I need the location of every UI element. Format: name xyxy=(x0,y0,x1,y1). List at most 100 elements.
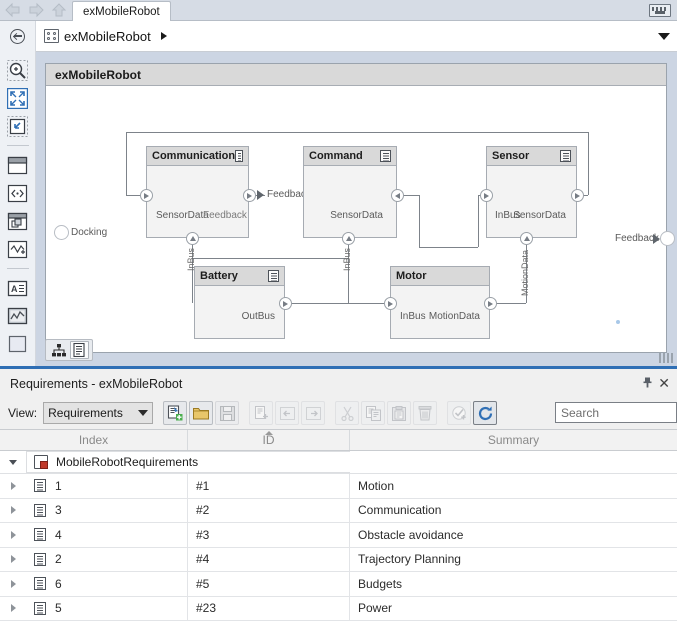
keyboard-icon[interactable] xyxy=(649,4,671,17)
search-input[interactable]: Search xyxy=(555,402,677,423)
clipboard-paste-icon xyxy=(392,406,406,421)
column-header-id[interactable]: ID xyxy=(188,430,350,450)
column-header-index[interactable]: Index xyxy=(0,430,188,450)
requirement-link-icon[interactable] xyxy=(235,150,243,162)
requirement-link-icon[interactable] xyxy=(268,270,279,282)
up-arrow-icon[interactable] xyxy=(50,2,68,18)
block-battery[interactable]: Battery OutBus xyxy=(194,266,285,339)
reference-component-tool[interactable] xyxy=(5,209,31,233)
port-arrow-icon xyxy=(190,236,196,241)
cell-summary: Obstacle avoidance xyxy=(350,523,677,547)
fit-to-view-tool[interactable] xyxy=(5,86,31,110)
requirement-set-row[interactable]: MobileRobotRequirements xyxy=(0,451,677,474)
validate-button[interactable] xyxy=(447,401,471,425)
canvas-tool-palette: A xyxy=(0,52,36,366)
view-select[interactable]: Requirements xyxy=(43,402,153,424)
port-command-sensordata[interactable] xyxy=(391,189,404,202)
close-icon[interactable]: ✕ xyxy=(658,377,670,390)
port-sensor-inbus[interactable] xyxy=(480,189,493,202)
delete-button[interactable] xyxy=(413,401,437,425)
expand-toggle[interactable] xyxy=(0,604,26,612)
port-sensor-sensordata[interactable] xyxy=(571,189,584,202)
port-sensor-motiondata[interactable] xyxy=(520,232,533,245)
table-row[interactable]: 1 #1 Motion xyxy=(0,474,677,499)
area-tool[interactable] xyxy=(5,332,31,356)
chevron-down-icon[interactable] xyxy=(658,33,670,40)
expand-toggle[interactable] xyxy=(0,531,26,539)
block-command-title: Command xyxy=(309,150,363,162)
port-communication-inbus[interactable] xyxy=(186,232,199,245)
table-row[interactable]: 2 #4 Trajectory Planning xyxy=(0,548,677,573)
pin-icon[interactable] xyxy=(642,377,653,390)
variant-component-tool[interactable] xyxy=(5,237,31,261)
expand-collapse-toggle[interactable] xyxy=(0,460,26,465)
back-arrow-icon[interactable] xyxy=(4,2,22,18)
port-motor-inbus[interactable] xyxy=(384,297,397,310)
table-row[interactable]: 3 #2 Communication xyxy=(0,499,677,524)
block-motor[interactable]: Motor InBus MotionData xyxy=(390,266,490,339)
column-header-summary[interactable]: Summary xyxy=(350,430,677,450)
expand-toggle[interactable] xyxy=(0,506,26,514)
port-arrow-icon xyxy=(575,193,580,199)
table-row[interactable]: 4 #3 Obstacle avoidance xyxy=(0,523,677,548)
block-communication[interactable]: Communication SensorData Feedback xyxy=(146,146,249,238)
add-requirement-button[interactable] xyxy=(249,401,273,425)
signal-viewer-tool[interactable] xyxy=(5,304,31,328)
port-arrow-icon xyxy=(388,301,393,307)
port-command-inbus[interactable] xyxy=(342,232,355,245)
port-battery-outbus[interactable] xyxy=(279,297,292,310)
navigate-up-button[interactable] xyxy=(0,21,36,52)
block-communication-header: Communication xyxy=(147,147,248,166)
demote-button[interactable] xyxy=(301,401,325,425)
breadcrumb-model-entry[interactable]: exMobileRobot xyxy=(36,29,167,44)
port-motor-motiondata[interactable] xyxy=(484,297,497,310)
architecture-view-tab[interactable] xyxy=(49,341,68,359)
port-tool[interactable] xyxy=(5,181,31,205)
expand-toggle[interactable] xyxy=(0,482,26,490)
canvas-resize-grip[interactable] xyxy=(659,353,673,363)
block-sensor[interactable]: Sensor InBus SensorData xyxy=(486,146,577,238)
port-label-sensor-motiondata: MotionData xyxy=(520,250,530,296)
expand-toggle[interactable] xyxy=(0,555,26,563)
refresh-button[interactable] xyxy=(473,401,497,425)
cell-id: #23 xyxy=(188,597,350,621)
paste-button[interactable] xyxy=(387,401,411,425)
column-header-id-label: ID xyxy=(263,433,275,447)
svg-text:A: A xyxy=(11,284,18,294)
zoom-in-tool[interactable] xyxy=(5,58,31,82)
component-tool[interactable] xyxy=(5,153,31,177)
copy-button[interactable] xyxy=(361,401,385,425)
zoom-region-tool[interactable] xyxy=(5,114,31,138)
cut-button[interactable] xyxy=(335,401,359,425)
table-row[interactable]: 5 #23 Power xyxy=(0,597,677,622)
window-tab-exmobilerobot[interactable]: exMobileRobot xyxy=(72,1,171,21)
forward-arrow-icon[interactable] xyxy=(27,2,45,18)
cell-summary: Power xyxy=(350,597,677,621)
promote-button[interactable] xyxy=(275,401,299,425)
expand-toggle[interactable] xyxy=(0,580,26,588)
port-label-communication-feedback: Feedback xyxy=(203,210,247,221)
open-button[interactable] xyxy=(189,401,213,425)
breadcrumb: exMobileRobot xyxy=(0,21,677,52)
table-row[interactable]: 6 #5 Budgets xyxy=(0,572,677,597)
requirement-link-icon[interactable] xyxy=(380,150,391,162)
view-select-value: Requirements xyxy=(48,406,123,420)
root-port-feedback-arrow-icon xyxy=(653,234,660,244)
architecture-canvas[interactable]: exMobileRobot Docking Feedback xyxy=(36,52,677,366)
port-label-motor-motiondata: MotionData xyxy=(429,311,480,322)
toolbar-group-edit xyxy=(249,401,325,425)
port-communication-feedback[interactable] xyxy=(243,189,256,202)
port-communication-sensordata[interactable] xyxy=(140,189,153,202)
component-block-icon xyxy=(7,156,28,175)
new-requirement-set-button[interactable] xyxy=(163,401,187,425)
save-button[interactable] xyxy=(215,401,239,425)
requirement-link-icon[interactable] xyxy=(560,150,571,162)
root-port-docking[interactable] xyxy=(54,225,69,240)
block-command[interactable]: Command SensorData xyxy=(303,146,397,238)
cell-summary: Trajectory Planning xyxy=(350,548,677,572)
annotation-tool[interactable]: A xyxy=(5,276,31,300)
requirements-view-tab[interactable] xyxy=(70,341,89,359)
root-port-feedback[interactable] xyxy=(660,231,675,246)
port-arrow-icon xyxy=(524,236,530,241)
text-annotation-icon: A xyxy=(7,280,28,297)
